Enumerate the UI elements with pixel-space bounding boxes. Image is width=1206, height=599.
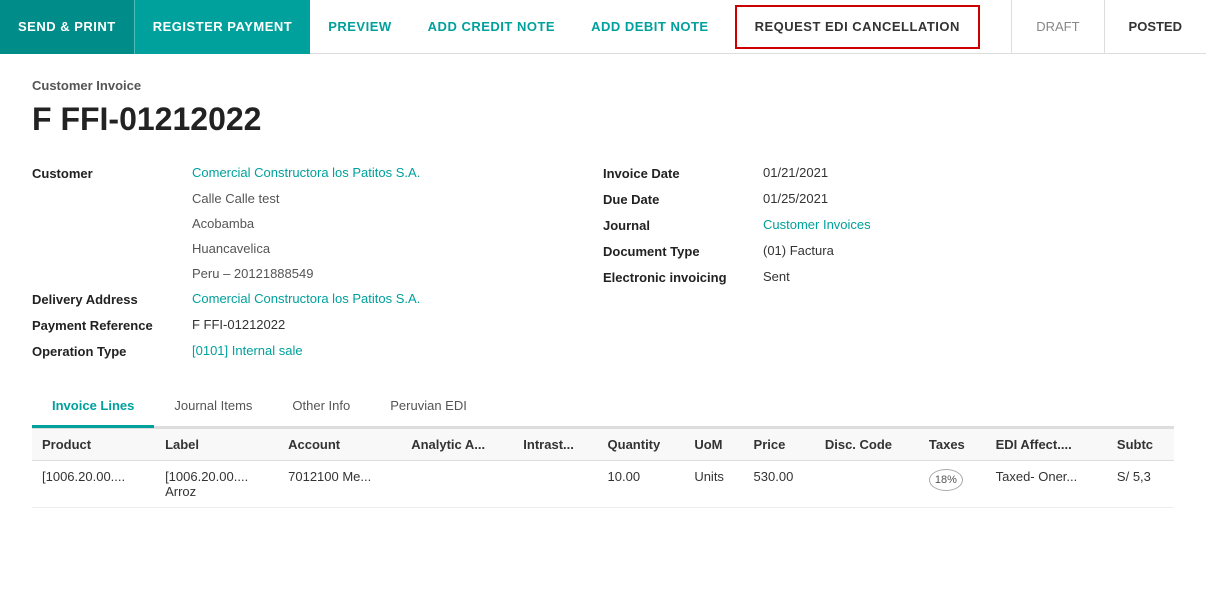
tab-peruvian-edi[interactable]: Peruvian EDI bbox=[370, 386, 487, 428]
address3-value: Huancavelica bbox=[192, 241, 270, 256]
invoice-date-label: Invoice Date bbox=[603, 165, 763, 181]
status-bar: DRAFT POSTED bbox=[1011, 0, 1206, 54]
address4-label bbox=[32, 266, 192, 267]
journal-label: Journal bbox=[603, 217, 763, 233]
customer-label: Customer bbox=[32, 165, 192, 181]
electronic-invoicing-value: Sent bbox=[763, 269, 790, 284]
customer-value[interactable]: Comercial Constructora los Patitos S.A. bbox=[192, 165, 420, 180]
address1-label bbox=[32, 191, 192, 192]
cell-label: [1006.20.00.... Arroz bbox=[155, 461, 278, 508]
address4-value: Peru – 20121888549 bbox=[192, 266, 313, 281]
tab-invoice-lines[interactable]: Invoice Lines bbox=[32, 386, 154, 428]
field-electronic-invoicing: Electronic invoicing Sent bbox=[603, 266, 1174, 288]
fields-right: Invoice Date 01/21/2021 Due Date 01/25/2… bbox=[603, 162, 1174, 362]
toolbar: SEND & PRINT REGISTER PAYMENT PREVIEW AD… bbox=[0, 0, 1206, 54]
document-type-label: Document Type bbox=[603, 243, 763, 259]
journal-value[interactable]: Customer Invoices bbox=[763, 217, 871, 232]
col-quantity: Quantity bbox=[598, 429, 685, 461]
register-payment-button[interactable]: REGISTER PAYMENT bbox=[134, 0, 310, 54]
due-date-label: Due Date bbox=[603, 191, 763, 207]
field-due-date: Due Date 01/25/2021 bbox=[603, 188, 1174, 210]
col-price: Price bbox=[744, 429, 815, 461]
preview-button[interactable]: PREVIEW bbox=[310, 0, 409, 54]
status-posted[interactable]: POSTED bbox=[1105, 0, 1206, 54]
cell-edi-affect: Taxed- Oner... bbox=[986, 461, 1107, 508]
col-subtotal: Subtc bbox=[1107, 429, 1174, 461]
add-debit-note-button[interactable]: ADD DEBIT NOTE bbox=[573, 0, 727, 54]
cell-taxes: 18% bbox=[919, 461, 986, 508]
document-title: F FFI-01212022 bbox=[32, 101, 1174, 138]
col-product: Product bbox=[32, 429, 155, 461]
col-account: Account bbox=[278, 429, 401, 461]
fields-grid: Customer Comercial Constructora los Pati… bbox=[32, 162, 1174, 362]
electronic-invoicing-label: Electronic invoicing bbox=[603, 269, 763, 285]
field-address3: Huancavelica bbox=[32, 238, 603, 259]
payment-reference-value: F FFI-01212022 bbox=[192, 317, 285, 332]
field-customer: Customer Comercial Constructora los Pati… bbox=[32, 162, 603, 184]
address1-value: Calle Calle test bbox=[192, 191, 279, 206]
field-payment-reference: Payment Reference F FFI-01212022 bbox=[32, 314, 603, 336]
tab-other-info[interactable]: Other Info bbox=[272, 386, 370, 428]
cell-intrast bbox=[513, 461, 597, 508]
address2-value: Acobamba bbox=[192, 216, 254, 231]
col-intrast: Intrast... bbox=[513, 429, 597, 461]
operation-type-value[interactable]: [0101] Internal sale bbox=[192, 343, 303, 358]
cell-account: 7012100 Me... bbox=[278, 461, 401, 508]
document-type-value: (01) Factura bbox=[763, 243, 834, 258]
main-content: Customer Invoice F FFI-01212022 Customer… bbox=[0, 54, 1206, 532]
cell-quantity: 10.00 bbox=[598, 461, 685, 508]
delivery-address-label: Delivery Address bbox=[32, 291, 192, 307]
field-operation-type: Operation Type [0101] Internal sale bbox=[32, 340, 603, 362]
cell-subtotal: S/ 5,3 bbox=[1107, 461, 1174, 508]
col-disc-code: Disc. Code bbox=[815, 429, 919, 461]
col-uom: UoM bbox=[684, 429, 743, 461]
invoice-date-value: 01/21/2021 bbox=[763, 165, 828, 180]
field-address1: Calle Calle test bbox=[32, 188, 603, 209]
field-invoice-date: Invoice Date 01/21/2021 bbox=[603, 162, 1174, 184]
tabs: Invoice Lines Journal Items Other Info P… bbox=[32, 386, 1174, 428]
cell-product: [1006.20.00.... bbox=[32, 461, 155, 508]
operation-type-label: Operation Type bbox=[32, 343, 192, 359]
status-draft[interactable]: DRAFT bbox=[1012, 0, 1104, 54]
add-credit-note-button[interactable]: ADD CREDIT NOTE bbox=[410, 0, 573, 54]
due-date-value: 01/25/2021 bbox=[763, 191, 828, 206]
tax-badge: 18% bbox=[929, 469, 963, 491]
invoice-lines-table: Product Label Account Analytic A... Intr… bbox=[32, 428, 1174, 508]
cell-price: 530.00 bbox=[744, 461, 815, 508]
cell-uom: Units bbox=[684, 461, 743, 508]
field-journal: Journal Customer Invoices bbox=[603, 214, 1174, 236]
field-delivery-address: Delivery Address Comercial Constructora … bbox=[32, 288, 603, 310]
col-analytic: Analytic A... bbox=[401, 429, 513, 461]
field-address4: Peru – 20121888549 bbox=[32, 263, 603, 284]
cell-disc-code bbox=[815, 461, 919, 508]
address2-label bbox=[32, 216, 192, 217]
send-print-button[interactable]: SEND & PRINT bbox=[0, 0, 134, 54]
tab-journal-items[interactable]: Journal Items bbox=[154, 386, 272, 428]
table-row[interactable]: [1006.20.00.... [1006.20.00.... Arroz 70… bbox=[32, 461, 1174, 508]
field-document-type: Document Type (01) Factura bbox=[603, 240, 1174, 262]
payment-reference-label: Payment Reference bbox=[32, 317, 192, 333]
document-subtitle: Customer Invoice bbox=[32, 78, 1174, 93]
fields-left: Customer Comercial Constructora los Pati… bbox=[32, 162, 603, 362]
request-edi-cancellation-button[interactable]: REQUEST EDI CANCELLATION bbox=[735, 5, 980, 49]
col-label: Label bbox=[155, 429, 278, 461]
address3-label bbox=[32, 241, 192, 242]
col-taxes: Taxes bbox=[919, 429, 986, 461]
cell-analytic bbox=[401, 461, 513, 508]
col-edi-affect: EDI Affect.... bbox=[986, 429, 1107, 461]
field-address2: Acobamba bbox=[32, 213, 603, 234]
delivery-address-value[interactable]: Comercial Constructora los Patitos S.A. bbox=[192, 291, 420, 306]
